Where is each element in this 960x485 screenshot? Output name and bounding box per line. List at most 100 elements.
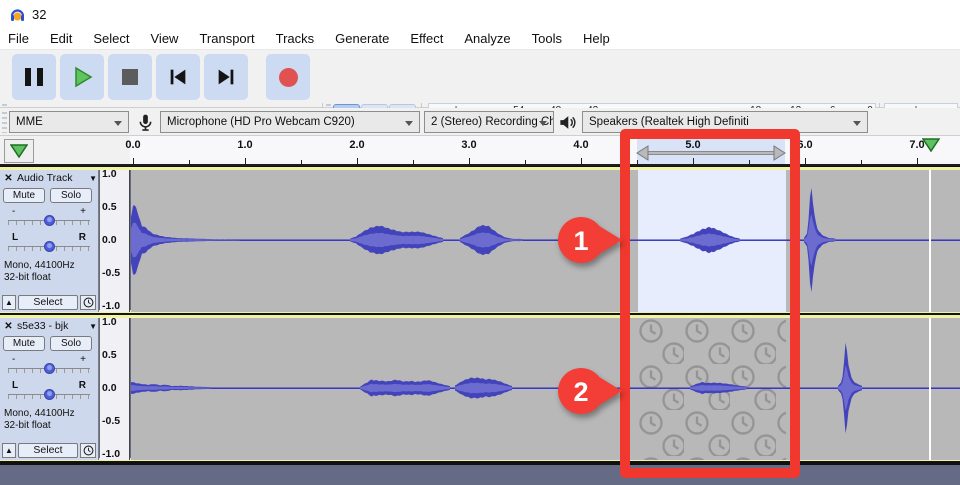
vscale-label: 0.0 [102, 234, 117, 246]
vscale-label: 1.0 [102, 168, 117, 180]
vscale-label: 0.5 [102, 201, 117, 213]
ruler-selection-arrow [130, 136, 960, 164]
skip-start-button[interactable] [156, 54, 200, 100]
menu-tools[interactable]: Tools [532, 31, 562, 46]
menu-file[interactable]: File [8, 31, 29, 46]
track-2-select-button[interactable]: Select [18, 443, 78, 458]
track-2-close-button[interactable]: ✕ [2, 320, 15, 333]
audio-host-value: MME [16, 116, 43, 128]
track-2: ✕ s5e33 - bjk▼ Mute Solo - + L R [0, 314, 960, 462]
title-bar: 32 [0, 0, 960, 28]
pause-button[interactable] [12, 54, 56, 100]
skip-end-button[interactable] [204, 54, 248, 100]
vscale-label: 1.0 [102, 316, 117, 328]
pan-right-label: R [79, 232, 86, 243]
track-2-gain-slider[interactable]: - + [8, 354, 90, 378]
menu-analyze[interactable]: Analyze [464, 31, 510, 46]
menu-bar: File Edit Select View Transport Tracks Generat… [0, 28, 960, 50]
track-2-pan-thumb[interactable] [44, 389, 55, 400]
track-2-sync-clock-button[interactable] [80, 443, 96, 458]
play-icon [70, 65, 94, 89]
pan-right-label: R [79, 380, 86, 391]
callout-2-number: 2 [573, 377, 588, 407]
track-1-gain-slider[interactable]: - + [8, 206, 90, 230]
recording-device-select[interactable]: Microphone (HD Pro Webcam C920) [160, 111, 420, 133]
timeline-ruler[interactable]: 0.01.02.03.04.05.06.07.0 [0, 136, 960, 166]
track-1: ✕ Audio Track▼ Mute Solo - + L R [0, 166, 960, 314]
track-1-close-button[interactable]: ✕ [2, 172, 15, 185]
ruler-major-tick [805, 158, 806, 164]
pin-playhead-button[interactable] [4, 139, 34, 163]
chevron-down-icon [114, 121, 122, 126]
track-2-collapse-button[interactable]: ▲ [2, 443, 16, 458]
playback-cursor [929, 318, 931, 460]
track-1-collapse-button[interactable]: ▲ [2, 295, 16, 310]
recording-channels-select[interactable]: 2 (Stereo) Recording Chann [424, 111, 554, 133]
ruler-label: 2.0 [349, 139, 364, 151]
track-1-pan-thumb[interactable] [44, 241, 55, 252]
annotation-callout-1: 1 [556, 214, 622, 266]
track-2-solo-button[interactable]: Solo [50, 336, 92, 351]
track-2-gain-thumb[interactable] [44, 363, 55, 374]
track-1-name: Audio Track [17, 172, 72, 184]
ruler-major-tick [469, 158, 470, 164]
toolbar-zone: I ✎ ↔ ✱ L R Click to Start Monitoring -5… [0, 50, 960, 108]
track-2-format-info: Mono, 44100Hz32-bit float [4, 408, 75, 432]
track-1-sync-clock-button[interactable] [80, 295, 96, 310]
track-1-pan-slider[interactable]: L R [8, 232, 90, 256]
device-speaker-icon [558, 113, 577, 132]
ruler-major-tick [917, 158, 918, 164]
track-area: ✕ Audio Track▼ Mute Solo - + L R [0, 166, 960, 485]
playback-cursor [929, 170, 931, 312]
track-2-mute-button[interactable]: Mute [3, 336, 45, 351]
menu-effect[interactable]: Effect [410, 31, 443, 46]
menu-select[interactable]: Select [93, 31, 129, 46]
audio-host-select[interactable]: MME [9, 111, 129, 133]
menu-generate[interactable]: Generate [335, 31, 389, 46]
chevron-down-icon [539, 121, 547, 126]
track-2-title-menu[interactable]: s5e33 - bjk▼ [17, 320, 97, 333]
play-button[interactable] [60, 54, 104, 100]
skip-start-icon [167, 66, 189, 88]
ruler-major-tick [357, 158, 358, 164]
vscale-label: 0.5 [102, 349, 117, 361]
track-2-vertical-scale[interactable]: 1.00.50.0-0.5-1.0 [100, 318, 130, 460]
track-1-title-menu[interactable]: Audio Track▼ [17, 172, 97, 185]
track-2-control-panel: ✕ s5e33 - bjk▼ Mute Solo - + L R [0, 318, 99, 460]
track-1-waveform-area[interactable] [131, 170, 960, 312]
menu-help[interactable]: Help [583, 31, 610, 46]
track-1-gain-thumb[interactable] [44, 215, 55, 226]
annotation-callout-2: 2 [556, 365, 622, 417]
quickplay-pin-icon[interactable] [922, 138, 940, 152]
device-grabber[interactable] [2, 112, 7, 133]
audacity-logo-icon [9, 6, 26, 23]
track-2-pan-slider[interactable]: L R [8, 380, 90, 404]
track-2-waveform-area[interactable] [131, 318, 960, 460]
track-1-vertical-scale[interactable]: 1.00.50.0-0.5-1.0 [100, 170, 130, 312]
menu-tracks[interactable]: Tracks [276, 31, 315, 46]
stop-icon [122, 69, 138, 85]
stop-button[interactable] [108, 54, 152, 100]
skip-end-icon [215, 66, 237, 88]
track-1-solo-button[interactable]: Solo [50, 188, 92, 203]
vscale-label: 0.0 [102, 382, 117, 394]
menu-view[interactable]: View [151, 31, 179, 46]
tracks-bottom-border [0, 462, 960, 465]
ruler-scale[interactable]: 0.01.02.03.04.05.06.07.0 [130, 136, 960, 164]
waveform [131, 318, 960, 460]
gain-plus: + [80, 206, 86, 217]
track-1-mute-button[interactable]: Mute [3, 188, 45, 203]
vscale-label: -1.0 [102, 300, 120, 312]
pan-left-label: L [12, 380, 18, 391]
track-1-select-button[interactable]: Select [18, 295, 78, 310]
ruler-major-tick [133, 158, 134, 164]
menu-transport[interactable]: Transport [199, 31, 254, 46]
clock-icon [83, 445, 94, 456]
chevron-down-icon [405, 121, 413, 126]
clock-icon [83, 297, 94, 308]
record-button[interactable] [266, 54, 310, 100]
ruler-minor-tick [413, 160, 414, 164]
device-toolbar: MME Microphone (HD Pro Webcam C920) 2 (S… [0, 108, 960, 136]
green-triangle-icon [10, 144, 28, 158]
menu-edit[interactable]: Edit [50, 31, 72, 46]
